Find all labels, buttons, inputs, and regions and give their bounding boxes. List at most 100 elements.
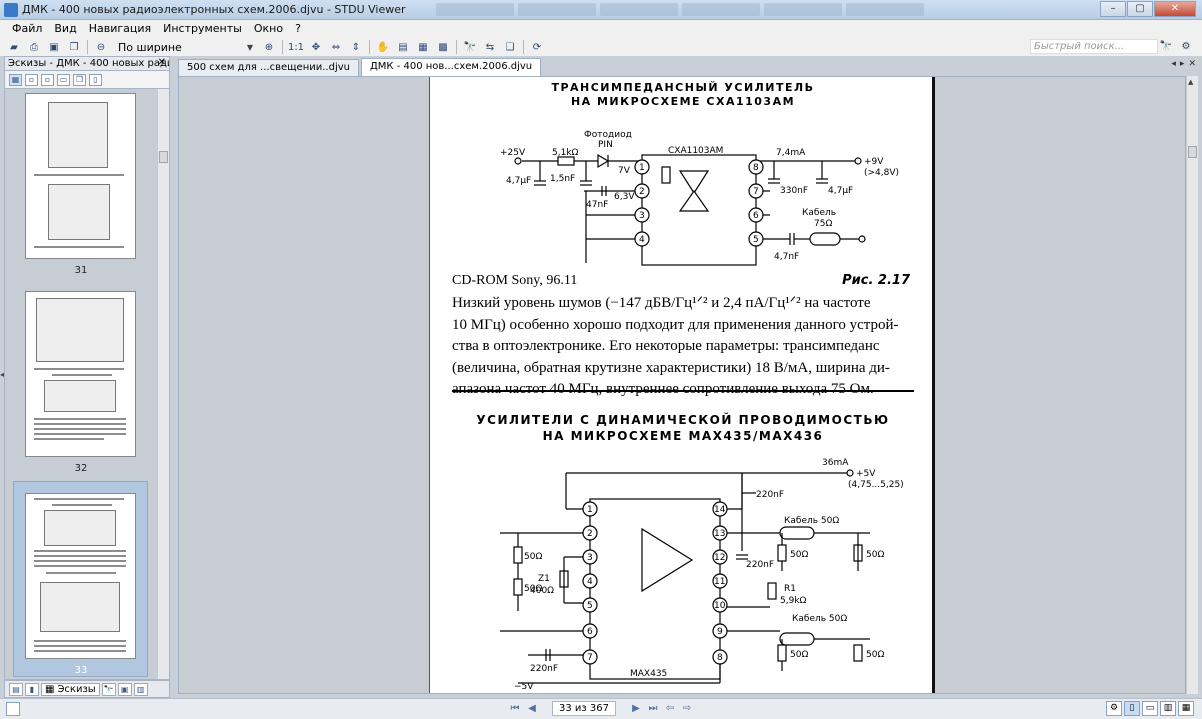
chevron-down-icon: ▼	[246, 42, 253, 52]
panel-toggle-icon[interactable]	[6, 702, 20, 716]
fit-width-icon[interactable]: ⇔	[328, 40, 344, 54]
layers-tab-icon[interactable]: ▥	[133, 682, 148, 696]
find-next-icon[interactable]: ⇆	[482, 40, 498, 54]
thumbnail-page-32[interactable]	[25, 291, 136, 457]
previous-page-icon[interactable]: ◀	[525, 702, 539, 716]
thumbs-small-icon[interactable]: ▫	[25, 73, 38, 86]
outline-tab-icon[interactable]: ▤	[9, 682, 23, 696]
body-paragraph: Низкий уровень шумов (−147 дБВ/Гц¹ᐟ² и 2…	[452, 293, 914, 401]
menu-file[interactable]: Файл	[6, 21, 48, 37]
zoom-in-icon[interactable]: ⊕	[261, 40, 277, 54]
pin-label: 6	[753, 211, 759, 221]
fit-page-icon[interactable]: ✥	[308, 40, 324, 54]
tab-document-2[interactable]: ДМК - 400 нов...схем.2006.djvu	[360, 58, 542, 76]
toolbar: ▰ ⎙ ▣ ❐ ⊖ По ширине ▼ ⊕ 1:1 ✥ ⇔ ⇕ ✋ ▤ ▦ ▩…	[0, 38, 1202, 56]
maximize-button[interactable]: ▢	[1127, 1, 1153, 17]
output-label: (>4,8V)	[864, 168, 899, 178]
print-icon[interactable]: ⎙	[26, 40, 42, 54]
menu-view[interactable]: Вид	[48, 21, 82, 37]
page-indicator[interactable]: 33 из 367	[552, 701, 616, 716]
two-pages-icon[interactable]: ▥	[1160, 701, 1176, 716]
resistor-label: 400Ω	[530, 586, 554, 596]
tab-close-icon[interactable]: ✕	[1188, 59, 1196, 69]
settings-icon[interactable]: ⚙	[1106, 701, 1122, 716]
thumbnails-tab[interactable]: ▦ Эскизы	[41, 682, 100, 696]
collapse-sidebar-icon[interactable]: ◂	[0, 370, 4, 379]
menu-tools[interactable]: Инструменты	[157, 21, 248, 37]
document-tabs: 500 схем для ...свещении..djvu ДМК - 400…	[178, 58, 1196, 76]
quick-search-input[interactable]: Быстрый поиск...	[1030, 39, 1158, 54]
back-icon[interactable]: ⇦	[663, 702, 677, 716]
window-controls: – ▢ ✕	[1100, 1, 1196, 17]
hand-tool-icon[interactable]: ✋	[375, 40, 391, 54]
sidebar-scrollbar[interactable]	[157, 89, 169, 679]
facing-icon[interactable]: ▦	[1178, 701, 1194, 716]
single-page-icon[interactable]: ▯	[1124, 701, 1140, 716]
viewer-scrollbar[interactable]: ▲	[1186, 76, 1198, 694]
document-page: ТРАНСИМПЕДАНСНЫЙ УСИЛИТЕЛЬ НА МИКРОСХЕМЕ…	[429, 77, 935, 693]
current-label: 36mA	[822, 458, 849, 468]
thumbs-medium-icon[interactable]: ▫	[41, 73, 54, 86]
pin-label: 13	[714, 529, 725, 539]
open-folder-icon[interactable]: ▰	[6, 40, 22, 54]
impedance-label: Z1	[538, 574, 550, 584]
chip-label: MAX435	[630, 669, 667, 679]
search-options-icon[interactable]: ⚙	[1178, 39, 1194, 53]
zoom-out-icon[interactable]: ⊖	[93, 40, 109, 54]
thumbs-page-icon[interactable]: ▯	[89, 73, 102, 86]
pin-label: 10	[714, 601, 726, 611]
pin-label: 4	[587, 577, 593, 587]
supply-label: +25V	[500, 148, 526, 158]
forward-icon[interactable]: ⇨	[680, 702, 694, 716]
binoculars-icon[interactable]: 🔭	[1158, 39, 1174, 53]
save-icon[interactable]: ▣	[46, 40, 62, 54]
app-window: ДМК - 400 новых радиоэлектронных схем.20…	[0, 0, 1202, 719]
tab-document-1[interactable]: 500 схем для ...свещении..djvu	[178, 59, 359, 76]
bookmarks-tab-icon[interactable]: ▮	[25, 682, 39, 696]
close-icon[interactable]: ✕	[158, 57, 166, 68]
section-subtitle-1: НА МИКРОСХЕМЕ CXA1103AM	[570, 95, 796, 108]
window-title: ДМК - 400 новых радиоэлектронных схем.20…	[22, 3, 406, 16]
search-tab-icon[interactable]: 🔭	[101, 682, 116, 696]
capacitor-label: 220nF	[746, 560, 774, 570]
continuous-icon[interactable]: ▭	[1142, 701, 1158, 716]
menu-help[interactable]: ?	[289, 21, 307, 37]
select-text-icon[interactable]: ▤	[395, 40, 411, 54]
menu-bar: Файл Вид Навигация Инструменты Окно ?	[0, 20, 1202, 38]
text-line: (величина, обратная крутизне характерист…	[452, 359, 890, 376]
find-icon[interactable]: 🔭	[462, 40, 478, 54]
resistor-label: 50Ω	[790, 550, 808, 560]
bookmark-icon[interactable]: ❏	[502, 40, 518, 54]
resistor-label: 5,9kΩ	[780, 596, 807, 606]
thumbs-large-icon[interactable]: ▭	[57, 73, 70, 86]
next-page-icon[interactable]: ▶	[629, 702, 643, 716]
actual-size-button[interactable]: 1:1	[288, 40, 304, 54]
copy-icon[interactable]: ❐	[66, 40, 82, 54]
tab-next-icon[interactable]: ▸	[1180, 59, 1185, 69]
snapshot-icon[interactable]: ▩	[435, 40, 451, 54]
tab-prev-icon[interactable]: ◂	[1171, 59, 1176, 69]
menu-navigation[interactable]: Навигация	[83, 21, 157, 37]
thumbnail-page-33[interactable]	[25, 493, 136, 659]
resistor-label: 50Ω	[866, 550, 884, 560]
scrollbar-thumb[interactable]	[1188, 146, 1197, 158]
thumbnail-page-31[interactable]	[25, 93, 136, 259]
first-page-icon[interactable]: ⏮	[508, 702, 522, 716]
scroll-up-icon[interactable]: ▲	[1188, 78, 1193, 86]
last-page-icon[interactable]: ⏭	[646, 702, 660, 716]
menu-window[interactable]: Окно	[248, 21, 289, 37]
thumbs-copy-icon[interactable]: ❐	[73, 73, 86, 86]
resistor-label: 50Ω	[524, 552, 542, 562]
close-button[interactable]: ✕	[1154, 1, 1196, 17]
thumbs-grid-icon[interactable]: ▦	[9, 73, 22, 86]
scrollbar-thumb[interactable]	[159, 151, 168, 163]
select-area-icon[interactable]: ▦	[415, 40, 431, 54]
zoom-select[interactable]: По ширине ▼	[115, 40, 255, 55]
thumbnail-label: 32	[74, 463, 88, 474]
text-line: 10 МГц) особенно хорошо подходит для при…	[452, 316, 899, 333]
annotations-tab-icon[interactable]: ▣	[117, 682, 132, 696]
rotate-icon[interactable]: ⟳	[529, 40, 545, 54]
minimize-button[interactable]: –	[1100, 1, 1126, 17]
fit-height-icon[interactable]: ⇕	[348, 40, 364, 54]
document-viewer[interactable]: ТРАНСИМПЕДАНСНЫЙ УСИЛИТЕЛЬ НА МИКРОСХЕМЕ…	[178, 76, 1186, 694]
